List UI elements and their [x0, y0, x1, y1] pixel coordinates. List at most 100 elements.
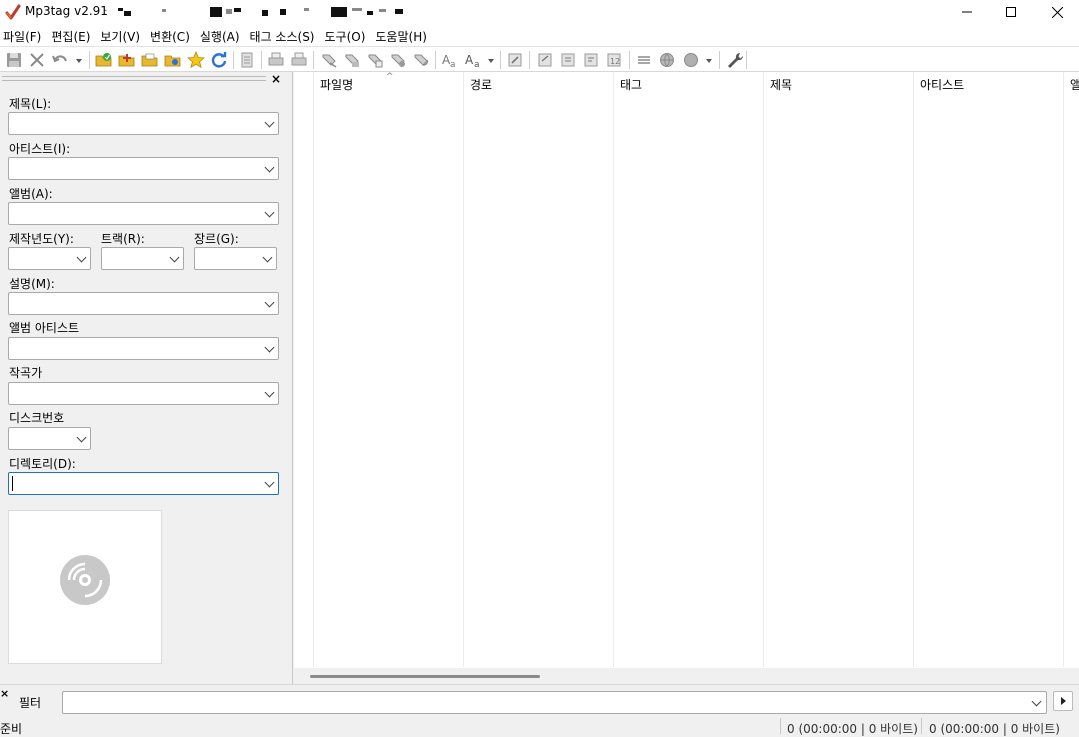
replace-icon[interactable]: Aa [464, 51, 482, 69]
composer-field[interactable] [8, 382, 279, 405]
export-icon[interactable] [290, 51, 308, 69]
track-field[interactable] [101, 247, 184, 270]
directory-label: 디렉토리(D): [9, 457, 76, 471]
numbering-icon[interactable]: 12 [605, 51, 623, 69]
window-title: Mp3tag v2.91 [25, 4, 108, 18]
menu-tools[interactable]: 도구(O) [322, 24, 373, 46]
auto-numbering-icon[interactable] [412, 51, 430, 69]
panel-grip[interactable] [2, 76, 266, 81]
status-selected: 0 (00:00:00 | 0 바이트) [787, 722, 918, 736]
export-tag-icon[interactable] [536, 51, 554, 69]
folder-icon[interactable] [141, 51, 159, 69]
save-icon[interactable] [5, 51, 23, 69]
action-dropdown[interactable] [488, 59, 494, 63]
menu-actions[interactable]: 실행(A) [197, 24, 247, 46]
chevron-down-icon[interactable] [264, 162, 275, 173]
toolbar: Aa Aa 12 [0, 46, 1079, 72]
tag-panel: × 제목(L): 아티스트(I): 앨범(A): 제작년도(Y): 트랙(R):… [0, 72, 293, 684]
status-bar: 준비 0 (00:00:00 | 0 바이트) 0 (00:00:00 | 0 … [0, 718, 1079, 736]
chevron-down-icon[interactable] [264, 207, 275, 218]
menu-view[interactable]: 보기(V) [97, 24, 147, 46]
undo-dropdown[interactable] [76, 59, 82, 63]
directory-field[interactable] [8, 472, 279, 495]
menu-help[interactable]: 도움말(H) [372, 24, 434, 46]
print-icon[interactable] [267, 51, 285, 69]
title-field[interactable] [8, 112, 279, 135]
tag-source-dropdown[interactable] [706, 59, 712, 63]
toolbar-separator [529, 51, 530, 69]
comment-label: 설명(M): [9, 277, 55, 291]
copy-tag-icon[interactable] [582, 51, 600, 69]
column-header-path[interactable]: 경로 [464, 72, 492, 94]
refresh-icon[interactable] [210, 51, 228, 69]
chevron-down-icon[interactable] [264, 477, 275, 488]
chevron-down-icon[interactable] [262, 252, 273, 263]
playlist-folder-icon[interactable] [164, 51, 182, 69]
disc-label: 디스크번호 [9, 411, 65, 425]
close-button[interactable] [1034, 0, 1079, 24]
horizontal-scrollbar[interactable] [294, 668, 1079, 684]
chevron-down-icon[interactable] [76, 252, 87, 263]
favorite-star-icon[interactable] [187, 51, 205, 69]
menu-tag-sources[interactable]: 태그 소스(S) [247, 24, 322, 46]
minimize-button[interactable] [944, 0, 990, 24]
tag-to-filename-icon[interactable] [320, 51, 338, 69]
column-divider [613, 72, 614, 667]
genre-field[interactable] [194, 247, 277, 270]
column-header-filename[interactable]: 파일명 [314, 72, 353, 94]
column-header-artist[interactable]: 아티스트 [914, 72, 964, 94]
toolbar-separator [233, 51, 234, 69]
change-directory-icon[interactable] [95, 51, 113, 69]
filter-apply-button[interactable] [1053, 691, 1073, 711]
cover-art-area[interactable] [8, 510, 162, 664]
chevron-down-icon[interactable] [264, 387, 275, 398]
menu-edit[interactable]: 편집(E) [48, 24, 97, 46]
menu-convert[interactable]: 변환(C) [147, 24, 197, 46]
column-divider [913, 72, 914, 667]
text-file-to-tag-icon[interactable] [366, 51, 384, 69]
svg-text:a: a [474, 60, 480, 69]
panel-close-icon[interactable]: × [271, 72, 281, 86]
undo-icon[interactable] [51, 51, 69, 69]
chevron-down-icon[interactable] [1031, 696, 1042, 707]
column-header-album[interactable]: 앨 [1064, 72, 1079, 94]
remove-tag-icon[interactable] [28, 51, 46, 69]
column-header-tag[interactable]: 태그 [614, 72, 642, 94]
online-db-icon[interactable] [682, 51, 700, 69]
track-label: 트랙(R): [101, 232, 145, 246]
case-conversion-icon[interactable]: Aa [441, 51, 459, 69]
album-artist-field[interactable] [8, 337, 279, 360]
web-source-icon[interactable] [658, 51, 676, 69]
status-divider [921, 718, 922, 734]
filename-to-tag-icon[interactable] [343, 51, 361, 69]
artist-label: 아티스트(I): [9, 142, 71, 156]
close-icon [1051, 6, 1063, 18]
scrollbar-thumb[interactable] [310, 675, 540, 678]
add-directory-icon[interactable] [118, 51, 136, 69]
album-artist-label: 앨범 아티스트 [9, 321, 80, 335]
album-field[interactable] [8, 202, 279, 225]
tag-panel-icon[interactable] [238, 51, 256, 69]
chevron-down-icon[interactable] [264, 342, 275, 353]
column-divider [763, 72, 764, 667]
import-tag-icon[interactable] [559, 51, 577, 69]
mp3tag-logo-icon [5, 4, 21, 20]
filter-input[interactable] [62, 691, 1047, 714]
tag-to-tag-icon[interactable] [389, 51, 407, 69]
disc-field[interactable] [8, 427, 91, 450]
comment-field[interactable] [8, 292, 279, 315]
list-icon[interactable] [635, 51, 653, 69]
chevron-down-icon[interactable] [169, 252, 180, 263]
artist-field[interactable] [8, 157, 279, 180]
wrench-icon[interactable] [726, 51, 744, 69]
column-header-title[interactable]: 제목 [764, 72, 792, 94]
file-list[interactable]: 파일명 ^ 경로 태그 제목 아티스트 앨 [294, 72, 1079, 684]
year-field[interactable] [8, 247, 91, 270]
maximize-button[interactable] [988, 0, 1034, 24]
edit-icon[interactable] [506, 51, 524, 69]
chevron-down-icon[interactable] [264, 117, 275, 128]
menu-file[interactable]: 파일(F) [0, 24, 48, 46]
filter-close-icon[interactable]: × [0, 687, 9, 700]
chevron-down-icon[interactable] [76, 432, 87, 443]
chevron-down-icon[interactable] [264, 297, 275, 308]
